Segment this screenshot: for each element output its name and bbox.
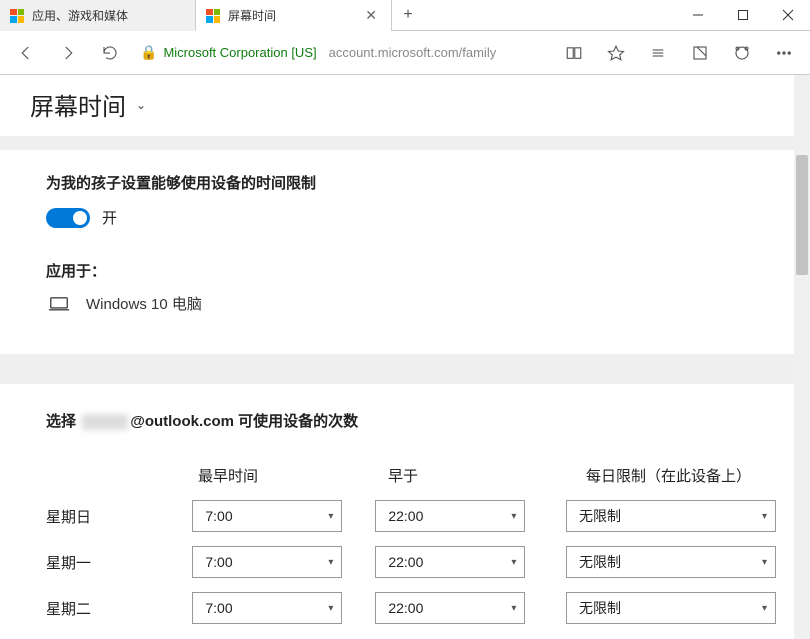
tab-screen-time[interactable]: 屏幕时间 ✕: [196, 0, 392, 31]
url-text: account.microsoft.com/family: [329, 45, 497, 60]
scrollbar-track[interactable]: [794, 75, 810, 639]
maximize-button[interactable]: [720, 0, 765, 30]
certificate-label: Microsoft Corporation [US]: [163, 45, 316, 60]
before-select[interactable]: 22:00▾: [375, 546, 525, 578]
window-titlebar: 应用、游戏和媒体 屏幕时间 ✕ +: [0, 0, 810, 31]
choose-usage-line: 选择 @outlook.com 可使用设备的次数: [30, 410, 810, 431]
scrollbar-thumb[interactable]: [796, 155, 808, 275]
chevron-down-icon: ▾: [511, 511, 516, 522]
header-daily-limit: 每日限制（在此设备上）: [586, 465, 776, 486]
header-before: 早于: [388, 465, 586, 486]
chevron-down-icon: ▾: [511, 557, 516, 568]
limit-select[interactable]: 无限制▾: [566, 592, 776, 624]
limit-select[interactable]: 无限制▾: [566, 500, 776, 532]
divider: [0, 354, 810, 384]
address-bar[interactable]: 🔒 Microsoft Corporation [US] account.mic…: [132, 38, 504, 68]
chevron-down-icon: ▾: [328, 603, 333, 614]
microsoft-logo-icon: [10, 9, 24, 23]
browser-toolbar: 🔒 Microsoft Corporation [US] account.mic…: [0, 31, 810, 75]
limits-toggle[interactable]: [46, 208, 90, 228]
before-select[interactable]: 22:00▾: [375, 592, 525, 624]
notes-button[interactable]: [680, 33, 720, 73]
limit-select[interactable]: 无限制▾: [566, 546, 776, 578]
chevron-down-icon: ▾: [328, 511, 333, 522]
microsoft-logo-icon: [206, 9, 220, 23]
header-earliest: 最早时间: [198, 465, 388, 486]
chevron-down-icon: ▾: [762, 511, 767, 522]
refresh-button[interactable]: [90, 33, 130, 73]
device-row: Windows 10 电脑: [46, 293, 810, 314]
chevron-down-icon: ▾: [328, 557, 333, 568]
reading-view-button[interactable]: [554, 33, 594, 73]
hub-button[interactable]: [638, 33, 678, 73]
earliest-select[interactable]: 7:00▾: [192, 592, 342, 624]
tab-label: 应用、游戏和媒体: [32, 7, 128, 24]
table-row: 星期一 7:00▾ 22:00▾ 无限制▾: [30, 546, 776, 578]
page-title: 屏幕时间: [30, 87, 126, 122]
chevron-down-icon: ▾: [762, 557, 767, 568]
table-row: 星期日 7:00▾ 22:00▾ 无限制▾: [30, 500, 776, 532]
table-header-row: 最早时间 早于 每日限制（在此设备上）: [30, 465, 776, 486]
chevron-down-icon: ▾: [511, 603, 516, 614]
schedule-table: 最早时间 早于 每日限制（在此设备上） 星期日 7:00▾ 22:00▾ 无限制…: [30, 465, 810, 624]
forward-button[interactable]: [48, 33, 88, 73]
laptop-icon: [48, 296, 70, 312]
before-select[interactable]: 22:00▾: [375, 500, 525, 532]
earliest-select[interactable]: 7:00▾: [192, 500, 342, 532]
applies-to-label: 应用于：: [46, 260, 810, 281]
lock-icon: 🔒: [140, 44, 157, 61]
day-label: 星期日: [30, 506, 192, 527]
minimize-button[interactable]: [675, 0, 720, 30]
device-name: Windows 10 电脑: [86, 293, 202, 314]
close-tab-icon[interactable]: ✕: [361, 7, 381, 24]
favorites-button[interactable]: [596, 33, 636, 73]
page-viewport: 屏幕时间 ⌄ 为我的孩子设置能够使用设备的时间限制 开 应用于： Windows…: [0, 75, 810, 639]
day-label: 星期一: [30, 552, 192, 573]
back-button[interactable]: [6, 33, 46, 73]
chevron-down-icon: ▾: [762, 603, 767, 614]
day-label: 星期二: [30, 598, 192, 619]
share-button[interactable]: [722, 33, 762, 73]
tab-label: 屏幕时间: [228, 7, 276, 24]
tab-apps-games-media[interactable]: 应用、游戏和媒体: [0, 0, 196, 31]
divider: [0, 136, 810, 150]
close-window-button[interactable]: [765, 0, 810, 30]
window-controls: [675, 0, 810, 30]
redacted-username: [82, 414, 128, 430]
page-content: 屏幕时间 ⌄ 为我的孩子设置能够使用设备的时间限制 开 应用于： Windows…: [0, 75, 810, 639]
toggle-state-label: 开: [102, 207, 117, 228]
new-tab-button[interactable]: +: [392, 0, 424, 30]
table-row: 星期二 7:00▾ 22:00▾ 无限制▾: [30, 592, 776, 624]
more-button[interactable]: [764, 33, 804, 73]
chevron-down-icon[interactable]: ⌄: [136, 98, 146, 112]
earliest-select[interactable]: 7:00▾: [192, 546, 342, 578]
limits-section-title: 为我的孩子设置能够使用设备的时间限制: [46, 172, 810, 193]
